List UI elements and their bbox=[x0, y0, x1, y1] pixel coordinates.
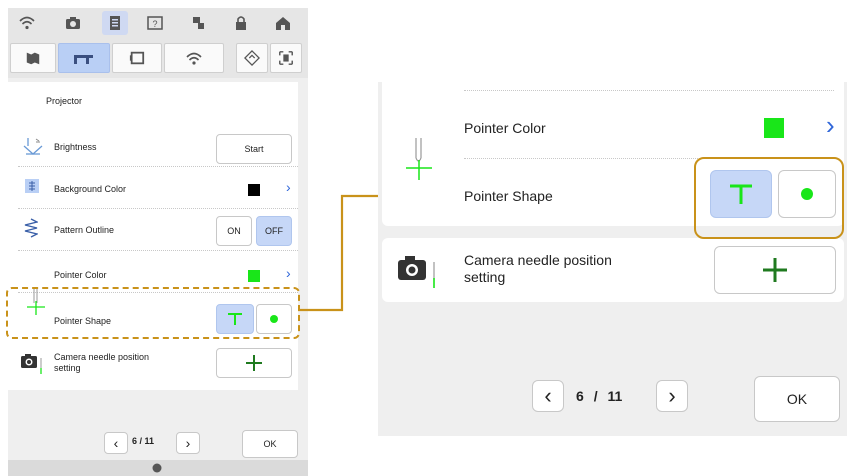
house-icon[interactable] bbox=[274, 14, 292, 32]
help-icon[interactable]: ? bbox=[146, 14, 164, 32]
document-tab-selected[interactable] bbox=[102, 11, 128, 35]
tab-frame[interactable] bbox=[270, 43, 302, 73]
embroidery-frame-icon bbox=[129, 51, 145, 65]
chevron-right-icon[interactable]: › bbox=[656, 380, 688, 412]
bottom-strip bbox=[8, 460, 308, 476]
chevron-left-icon[interactable]: ‹ bbox=[532, 380, 564, 412]
pattern-outline-label: Pattern Outline bbox=[54, 225, 115, 235]
tab-diamond[interactable] bbox=[236, 43, 268, 73]
chevron-right-icon[interactable]: › bbox=[826, 110, 835, 141]
diamond-icon bbox=[244, 50, 260, 66]
camera-setting-card: Camera needle position setting bbox=[382, 238, 844, 302]
sewing-machine-icon bbox=[74, 55, 93, 64]
camera-needle-icon bbox=[21, 354, 42, 374]
settings-screen-zoom: Pointer Color › Pointer Shape Camera nee… bbox=[378, 82, 847, 436]
frame-icon bbox=[279, 51, 293, 65]
ok-button[interactable]: OK bbox=[242, 430, 298, 458]
row-background-color: Background Color › bbox=[18, 166, 298, 209]
pattern-outline-on-button[interactable]: ON bbox=[216, 216, 252, 246]
pattern-outline-icon bbox=[24, 218, 38, 238]
camera-icon[interactable] bbox=[64, 14, 82, 32]
category-tab-bar bbox=[8, 38, 308, 78]
camera-label-line1: Camera needle position bbox=[464, 252, 612, 268]
plus-icon bbox=[246, 355, 262, 371]
page-current: 6 bbox=[576, 388, 584, 404]
camera-label: Camera needle position setting bbox=[464, 252, 612, 286]
chevron-right-icon[interactable]: › bbox=[286, 265, 291, 281]
page-indicator: 6 / 11 bbox=[576, 388, 622, 404]
background-icon bbox=[25, 179, 39, 193]
ok-button[interactable]: OK bbox=[754, 376, 840, 422]
map-icon bbox=[26, 52, 40, 65]
pointer-color-swatch bbox=[248, 270, 260, 282]
pattern-outline-off-button[interactable]: OFF bbox=[256, 216, 292, 246]
document-icon bbox=[110, 16, 120, 30]
chevron-left-icon[interactable]: ‹ bbox=[104, 432, 128, 454]
embroidery-icon[interactable] bbox=[190, 14, 208, 32]
tab-sewing-machine[interactable] bbox=[58, 43, 110, 73]
pointer-color-label: Pointer Color bbox=[464, 120, 546, 136]
wifi-icon bbox=[186, 52, 202, 65]
page-indicator: 6 / 11 bbox=[132, 436, 155, 446]
top-icon-bar: ? bbox=[8, 8, 308, 38]
settings-screen-left: ? Projector Brightness Start Background … bbox=[8, 8, 308, 476]
lock-icon[interactable] bbox=[232, 14, 250, 32]
camera-label: Camera needle position setting bbox=[54, 352, 149, 374]
camera-label-line2: setting bbox=[464, 269, 506, 285]
home-dot-icon[interactable] bbox=[152, 463, 162, 473]
wifi-icon[interactable] bbox=[18, 14, 36, 32]
camera-needle-icon bbox=[398, 256, 435, 288]
pointer-color-label: Pointer Color bbox=[54, 270, 107, 280]
row-pattern-outline: Pattern Outline ON OFF bbox=[18, 208, 298, 251]
brightness-label: Brightness bbox=[54, 142, 97, 152]
page-separator: / bbox=[593, 388, 598, 404]
camera-label-line1: Camera needle position bbox=[54, 352, 150, 362]
camera-plus-button[interactable] bbox=[714, 246, 836, 294]
row-brightness: Brightness Start bbox=[18, 126, 298, 167]
section-title: Projector bbox=[46, 96, 83, 106]
tab-embroidery-frame[interactable] bbox=[112, 43, 162, 73]
svg-text:?: ? bbox=[152, 19, 157, 29]
highlight-pointer-shape-dashed bbox=[6, 287, 300, 339]
pointer-color-swatch bbox=[764, 118, 784, 138]
brightness-icon bbox=[23, 138, 43, 155]
camera-setting-card: Camera needle position setting bbox=[8, 344, 298, 384]
camera-label-line2: setting bbox=[54, 363, 81, 373]
camera-plus-button[interactable] bbox=[216, 348, 292, 378]
background-color-label: Background Color bbox=[54, 184, 127, 194]
brightness-start-button[interactable]: Start bbox=[216, 134, 292, 164]
tab-map[interactable] bbox=[10, 43, 56, 73]
pointer-shape-label: Pointer Shape bbox=[464, 188, 553, 204]
chevron-right-icon[interactable]: › bbox=[286, 179, 291, 195]
highlight-pointer-shape bbox=[694, 157, 844, 239]
pointer-icon bbox=[406, 138, 432, 180]
page-total: 11 bbox=[607, 388, 623, 404]
background-color-swatch bbox=[248, 184, 260, 196]
plus-icon bbox=[763, 258, 787, 282]
tab-wifi[interactable] bbox=[164, 43, 224, 73]
row-divider bbox=[464, 90, 834, 91]
chevron-right-icon[interactable]: › bbox=[176, 432, 200, 454]
